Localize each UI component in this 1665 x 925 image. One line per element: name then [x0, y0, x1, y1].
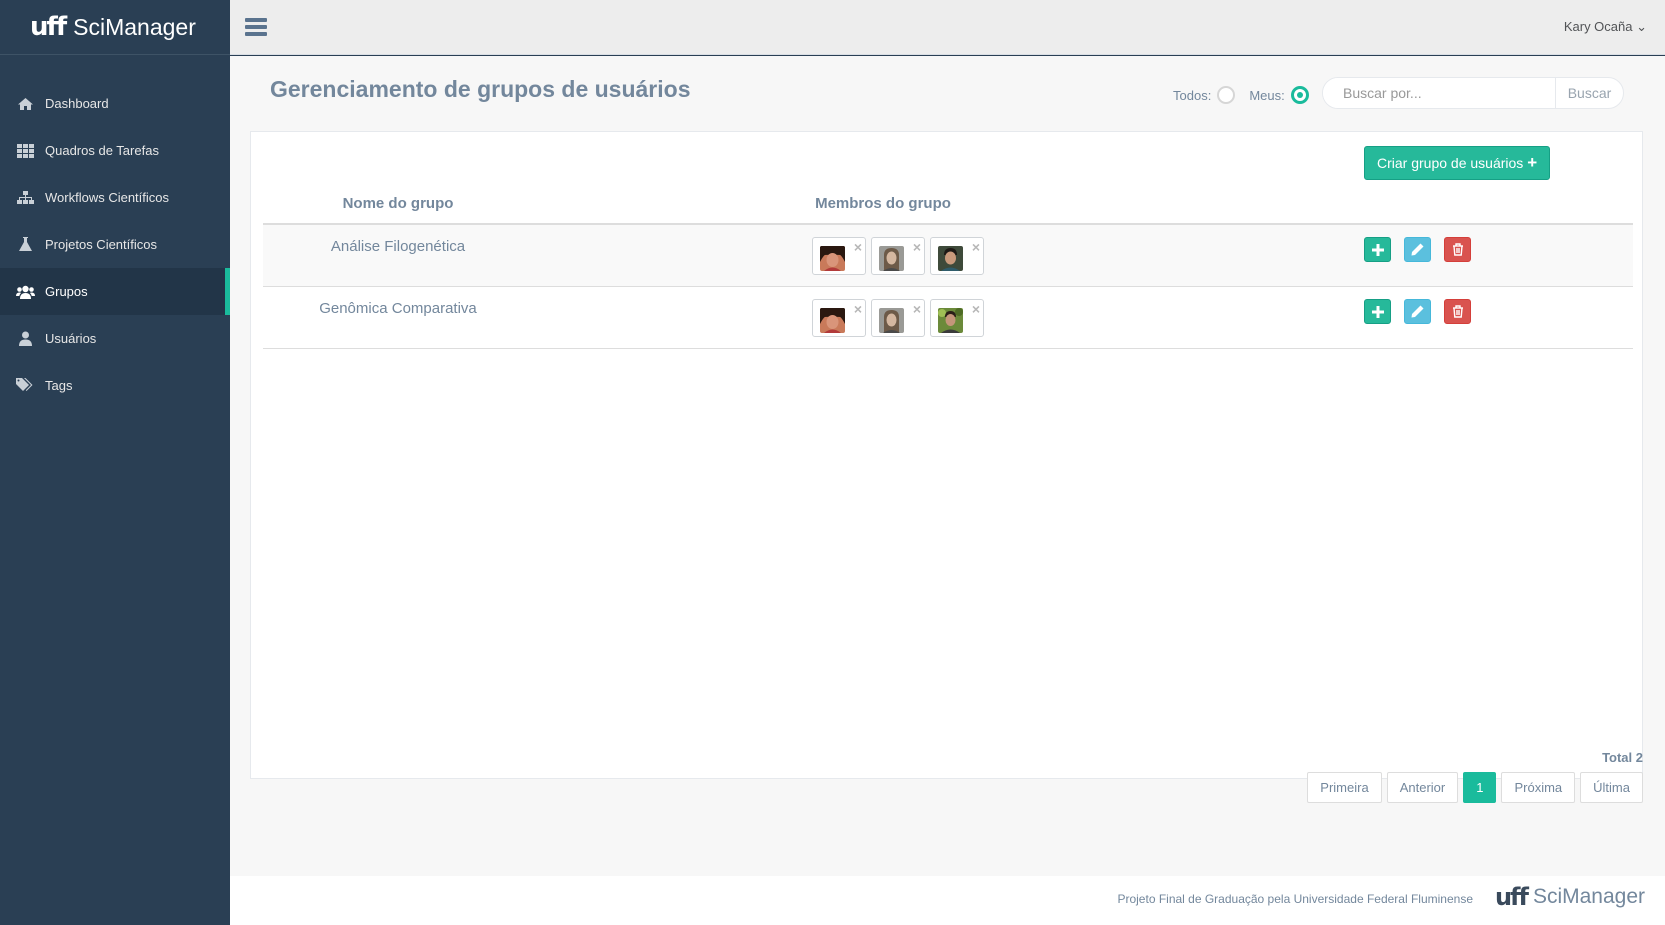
remove-member-icon[interactable]: ×: [972, 239, 980, 255]
sidebar-item-label: Usuários: [45, 331, 97, 346]
trash-icon: [1452, 243, 1463, 256]
groups-table: Nome do grupo Membros do grupo Análise F…: [263, 187, 1633, 349]
main-content: Gerenciamento de grupos de usuários Todo…: [230, 56, 1665, 876]
sitemap-icon: [15, 190, 35, 206]
page-next-button[interactable]: Próxima: [1501, 772, 1576, 803]
row-actions: [1364, 237, 1484, 262]
ownership-filter: Todos: Meus:: [1173, 86, 1323, 104]
sidebar-item-label: Dashboard: [45, 96, 109, 111]
delete-group-button[interactable]: [1444, 237, 1471, 262]
brand-name: SciManager: [73, 13, 196, 40]
add-member-button[interactable]: [1364, 237, 1391, 262]
sidebar-menu: Dashboard Quadros de Tarefas Workflows C…: [0, 80, 230, 409]
groups-panel: Criar grupo de usuários + Nome do grupo …: [250, 131, 1643, 779]
tags-icon: [15, 378, 35, 394]
avatar: [879, 246, 904, 271]
footer-text: Projeto Final de Graduação pela Universi…: [1117, 892, 1473, 906]
avatar: [820, 246, 845, 271]
filter-all-label: Todos:: [1173, 87, 1212, 103]
filter-all-radio[interactable]: [1217, 86, 1236, 104]
search-button[interactable]: Buscar: [1555, 78, 1623, 108]
top-nav: Kary Ocaña ⌄: [230, 0, 1665, 55]
sidebar-item-label: Quadros de Tarefas: [45, 143, 159, 158]
remove-member-icon[interactable]: ×: [854, 301, 862, 317]
menu-toggle-icon[interactable]: [245, 18, 267, 36]
sidebar: uff SciManager Dashboard Quadros de Tare…: [0, 0, 230, 925]
remove-member-icon[interactable]: ×: [854, 239, 862, 255]
footer-logo: uff SciManager: [1495, 883, 1645, 911]
users-icon: [15, 284, 35, 300]
plus-icon: +: [1527, 153, 1538, 172]
member-chip: ×: [871, 299, 925, 337]
search-box: Buscar: [1322, 77, 1624, 109]
add-member-button[interactable]: [1364, 299, 1391, 324]
plus-icon: [1371, 305, 1384, 318]
member-chip: ×: [930, 299, 984, 337]
delete-group-button[interactable]: [1444, 299, 1471, 324]
edit-group-button[interactable]: [1404, 237, 1431, 262]
remove-member-icon[interactable]: ×: [913, 239, 921, 255]
page-current-button[interactable]: 1: [1463, 772, 1497, 803]
avatar: [820, 308, 845, 333]
sidebar-item-label: Grupos: [45, 284, 88, 299]
page-last-button[interactable]: Última: [1580, 772, 1643, 803]
search-input[interactable]: [1323, 78, 1555, 108]
sidebar-item-workflows[interactable]: Workflows Científicos: [0, 174, 230, 221]
brand[interactable]: uff SciManager: [0, 0, 230, 55]
remove-member-icon[interactable]: ×: [972, 301, 980, 317]
remove-member-icon[interactable]: ×: [913, 301, 921, 317]
avatar: [938, 308, 963, 333]
sidebar-item-grupos[interactable]: Grupos: [0, 268, 230, 315]
footer-brand-name: SciManager: [1532, 885, 1645, 908]
table-header: Nome do grupo Membros do grupo: [263, 187, 1633, 225]
avatar: [938, 246, 963, 271]
column-header-name: Nome do grupo: [342, 195, 454, 212]
filter-mine-radio[interactable]: [1290, 86, 1309, 104]
create-group-label: Criar grupo de usuários: [1377, 155, 1524, 171]
sidebar-item-label: Projetos Científicos: [45, 237, 157, 252]
pencil-icon: [1411, 243, 1424, 256]
table-row: Análise Filogenética × × ×: [263, 225, 1633, 287]
group-name: Análise Filogenética: [330, 238, 466, 255]
uff-logo: uff: [30, 12, 67, 42]
group-members: × × ×: [812, 237, 989, 275]
sidebar-item-label: Workflows Científicos: [45, 190, 170, 205]
member-chip: ×: [871, 237, 925, 275]
sidebar-item-usuarios[interactable]: Usuários: [0, 315, 230, 362]
member-chip: ×: [930, 237, 984, 275]
filter-mine-label: Meus:: [1249, 87, 1285, 103]
user-menu[interactable]: Kary Ocaña ⌄: [1564, 19, 1647, 35]
page-prev-button[interactable]: Anterior: [1386, 772, 1459, 803]
plus-icon: [1371, 243, 1384, 256]
create-group-button[interactable]: Criar grupo de usuários +: [1364, 146, 1551, 180]
sidebar-item-dashboard[interactable]: Dashboard: [0, 80, 230, 127]
pencil-icon: [1411, 305, 1424, 318]
pagination: Primeira Anterior 1 Próxima Última: [1302, 772, 1643, 803]
user-icon: [15, 331, 35, 347]
trash-icon: [1452, 305, 1463, 318]
home-icon: [15, 96, 35, 112]
column-header-members: Membros do grupo: [815, 195, 951, 212]
sidebar-item-projetos[interactable]: Projetos Científicos: [0, 221, 230, 268]
flask-icon: [15, 237, 35, 253]
table-row: Genômica Comparativa × × ×: [263, 287, 1633, 349]
sidebar-item-label: Tags: [45, 378, 73, 393]
uff-logo: uff: [1494, 883, 1529, 911]
sidebar-item-tags[interactable]: Tags: [0, 362, 230, 409]
member-chip: ×: [812, 237, 866, 275]
page-title: Gerenciamento de grupos de usuários: [270, 76, 691, 102]
avatar: [879, 308, 904, 333]
grid-icon: [15, 143, 35, 159]
total-count: Total 2: [1602, 750, 1643, 765]
row-actions: [1364, 299, 1484, 324]
sidebar-item-quadros[interactable]: Quadros de Tarefas: [0, 127, 230, 174]
member-chip: ×: [812, 299, 866, 337]
edit-group-button[interactable]: [1404, 299, 1431, 324]
footer: Projeto Final de Graduação pela Universi…: [230, 876, 1665, 925]
group-members: × × ×: [812, 299, 989, 337]
group-name: Genômica Comparativa: [319, 300, 477, 317]
page-first-button[interactable]: Primeira: [1307, 772, 1382, 803]
